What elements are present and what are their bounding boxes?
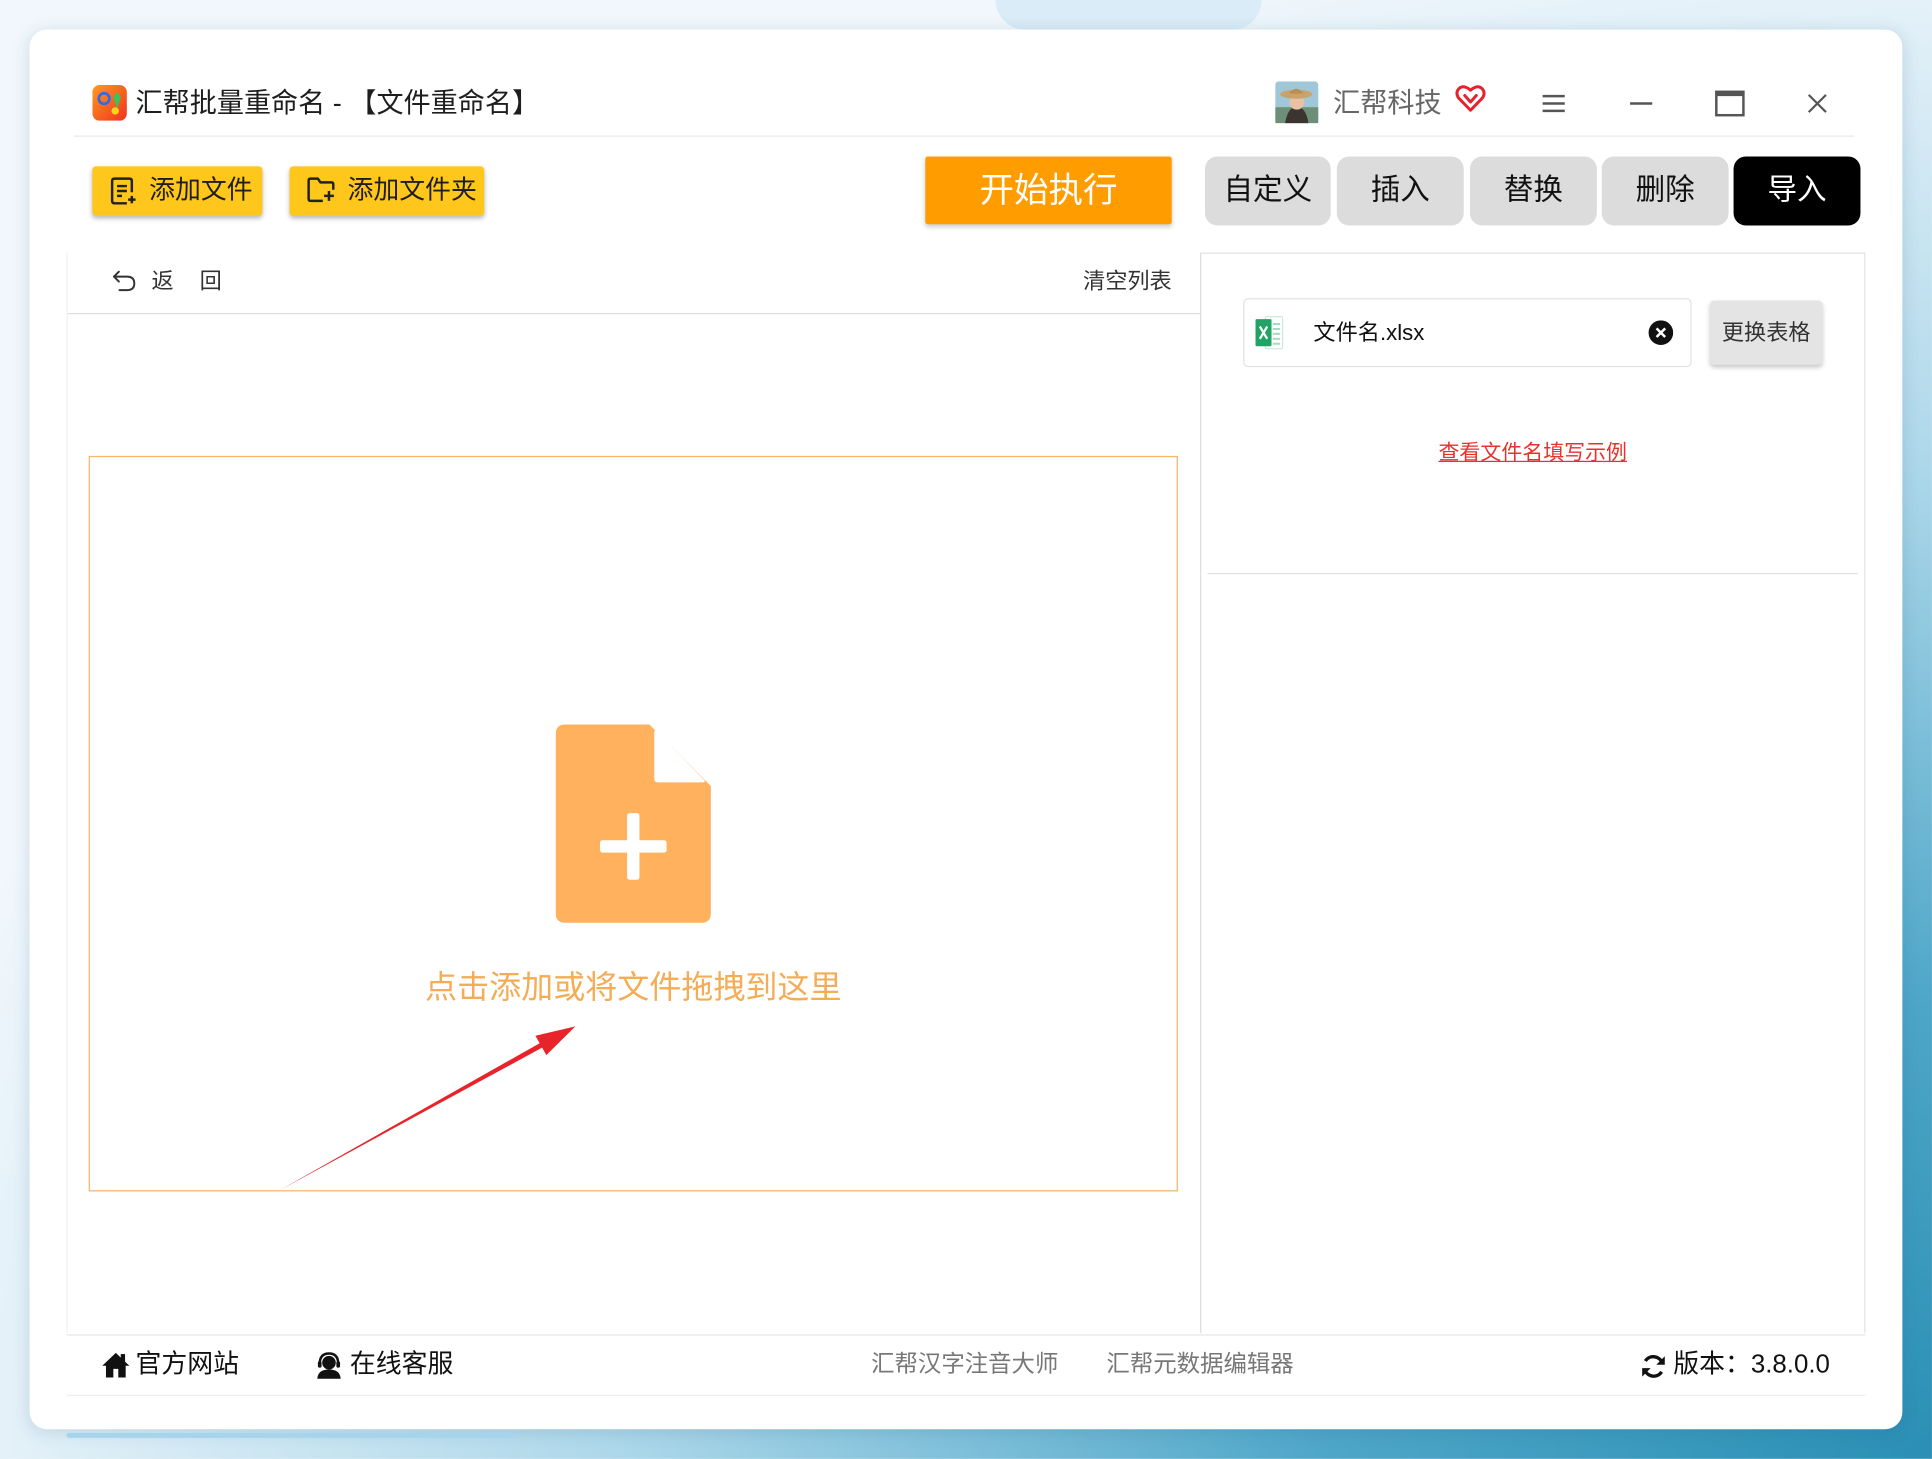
footer-link-pinyin-master[interactable]: 汇帮汉字注音大师 [871,1343,1058,1387]
import-panel-divider [1207,572,1859,575]
minimize-button[interactable] [1623,85,1660,122]
headset-user-icon [317,1352,341,1379]
home-icon [101,1350,131,1386]
official-website-link[interactable]: 官方网站 [96,1343,275,1387]
version-number: 3.8.0.0 [1750,1350,1830,1379]
headset-user-icon [314,1350,344,1386]
taskbar-accent [66,1432,516,1438]
add-folder-label: 添加文件夹 [347,176,477,205]
refresh-icon[interactable] [1640,1353,1667,1386]
remove-file-button[interactable] [1648,320,1674,345]
excel-file-icon [1255,316,1284,350]
close-button[interactable] [1799,85,1836,122]
app-logo-icon [92,85,127,121]
tab-replace[interactable]: 替换 [1469,156,1597,226]
imported-file-name: 文件名.xlsx [1313,320,1425,345]
add-folder-button[interactable]: 添加文件夹 [289,166,485,216]
clear-list-button[interactable]: 清空列表 [1061,262,1172,299]
background-decoration [995,0,1262,30]
tab-import[interactable]: 导入 [1733,156,1861,226]
back-button[interactable]: 返 回 [107,262,255,299]
menu-button[interactable] [1535,85,1572,122]
online-support-link[interactable]: 在线客服 [309,1343,488,1387]
menu-icon [1542,94,1565,113]
status-bar: 官方网站 在线客服 汇帮汉字注音大师 汇帮元数据编辑器 版本：3.8.0.0 [66,1334,1866,1396]
add-document-icon [110,176,137,212]
add-document-icon [110,177,136,205]
home-icon [102,1352,130,1378]
vip-heart-icon[interactable] [1455,84,1486,114]
user-name[interactable]: 汇帮科技 [1333,86,1441,120]
undo-arrow-icon [112,270,137,298]
add-folder-icon [307,177,335,203]
maximize-button[interactable] [1711,85,1748,122]
tab-delete[interactable]: 删除 [1601,156,1729,226]
avatar[interactable] [1275,81,1319,124]
back-label: 返 回 [151,268,222,294]
close-circle-icon [1648,320,1674,345]
online-support-label: 在线客服 [349,1350,454,1379]
app-window: 汇帮批量重命名 - 【文件重命名】 汇帮科技 添加文件 添加文件夹 开始执行 自… [29,29,1903,1430]
file-add-icon [555,724,711,923]
title-divider [73,135,1855,137]
drop-hint-text: 点击添加或将文件拖拽到这里 [425,968,842,1006]
desktop-background: 汇帮批量重命名 - 【文件重命名】 汇帮科技 添加文件 添加文件夹 开始执行 自… [0,0,1932,1459]
version-label: 版本： [1673,1350,1751,1379]
add-file-button[interactable]: 添加文件 [92,166,263,216]
replace-table-button[interactable]: 更换表格 [1710,300,1823,365]
refresh-icon [1642,1354,1665,1378]
file-add-icon [555,724,711,923]
list-header-divider [67,312,1201,315]
add-file-label: 添加文件 [149,176,253,205]
imported-file-chip: 文件名.xlsx [1243,298,1692,368]
avatar-image [1275,81,1319,124]
window-title: 汇帮批量重命名 - 【文件重命名】 [135,87,540,119]
official-website-label: 官方网站 [135,1350,240,1379]
maximize-icon [1715,90,1745,117]
version-info: 版本：3.8.0.0 [1635,1343,1844,1387]
undo-arrow-icon [112,270,136,292]
minimize-icon [1630,102,1653,105]
file-list-pane: 返 回 清空列表 点击添加或将文件拖拽到这里 [66,252,1202,1334]
app-logo-icon [92,85,127,121]
vip-heart-icon [1455,85,1486,112]
tab-custom[interactable]: 自定义 [1204,156,1331,226]
footer-link-metadata-editor[interactable]: 汇帮元数据编辑器 [1106,1343,1293,1387]
file-drop-zone[interactable]: 点击添加或将文件拖拽到这里 [88,455,1178,1192]
tab-insert[interactable]: 插入 [1336,156,1464,226]
title-bar[interactable]: 汇帮批量重命名 - 【文件重命名】 汇帮科技 [30,30,1903,136]
filename-example-link[interactable]: 查看文件名填写示例 [1201,439,1864,469]
excel-file-icon [1255,314,1284,357]
start-button[interactable]: 开始执行 [925,156,1172,225]
close-icon [1807,94,1827,113]
import-panel: 文件名.xlsx 更换表格 查看文件名填写示例 [1201,252,1866,1334]
version-text: 版本：3.8.0.0 [1673,1343,1830,1387]
add-folder-icon [307,176,337,209]
